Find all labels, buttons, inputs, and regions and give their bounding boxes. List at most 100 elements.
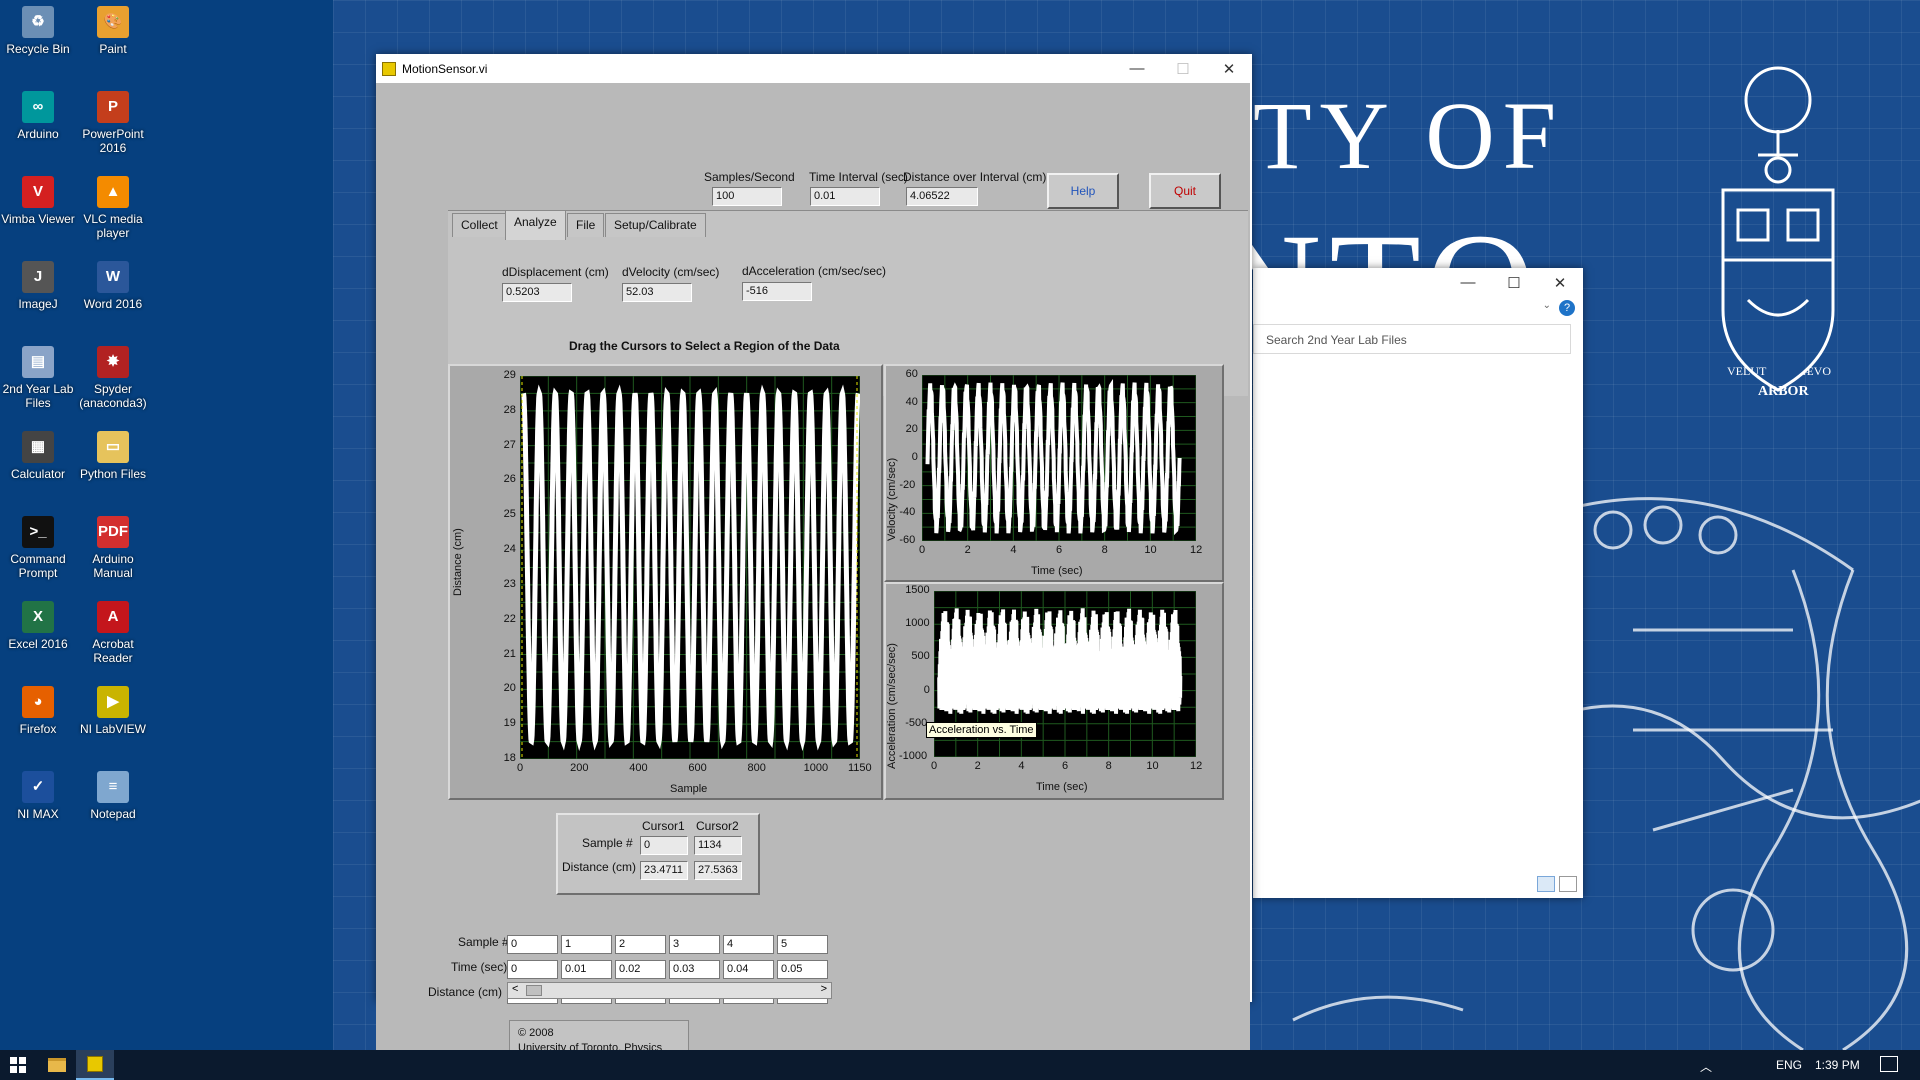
cursor2-distance-field[interactable]: 27.5363 — [694, 861, 742, 880]
cursor1-distance-field[interactable]: 23.4711 — [640, 861, 688, 880]
labview-window[interactable]: MotionSensor.vi — ☐ ✕ Collect Analyze Fi… — [376, 54, 1252, 1055]
file-explorer-window[interactable]: — ☐ ✕ ⌄ ? Search 2nd Year Lab Files — [1253, 268, 1583, 898]
labview-taskbar-icon[interactable] — [76, 1050, 114, 1080]
calculator-icon: ▦ — [22, 431, 54, 463]
table-cell[interactable]: 0 — [507, 935, 558, 954]
desktop-icon[interactable]: 🎨 Paint — [75, 6, 151, 56]
x-tick-label: 8 — [1105, 760, 1112, 772]
dacceleration-label: dAcceleration (cm/sec/sec) — [742, 264, 887, 278]
table-cell[interactable]: 2 — [615, 935, 666, 954]
pdf-icon: PDF — [97, 516, 129, 548]
vlc-icon: ▲ — [97, 176, 129, 208]
desktop-icon[interactable]: ✸ Spyder (anaconda3) — [75, 346, 151, 410]
desktop-icon[interactable]: ▭ Python Files — [75, 431, 151, 481]
desktop-icon[interactable]: >_ Command Prompt — [0, 516, 76, 580]
maximize-icon[interactable]: ☐ — [1160, 54, 1206, 83]
recycle-bin-icon: ♻ — [22, 6, 54, 38]
tab-collect[interactable]: Collect — [452, 213, 507, 237]
copyright-text: © 2008 — [518, 1027, 554, 1039]
desktop-icon[interactable]: ▦ Calculator — [0, 431, 76, 481]
tab-file[interactable]: File — [567, 213, 605, 237]
table-scrollbar[interactable]: < > — [507, 982, 832, 999]
desktop-icon[interactable]: ≡ Notepad — [75, 771, 151, 821]
desktop-icon[interactable]: ✓ NI MAX — [0, 771, 76, 821]
clock[interactable]: 1:39 PM — [1815, 1058, 1860, 1072]
chevron-down-icon[interactable]: ⌄ — [1543, 300, 1551, 311]
distance-plot[interactable] — [519, 375, 861, 760]
cursor1-sample-field[interactable]: 0 — [640, 836, 688, 855]
desktop-icon[interactable]: X Excel 2016 — [0, 601, 76, 651]
windows-start-icon[interactable] — [0, 1050, 36, 1080]
table-cell[interactable]: 1 — [561, 935, 612, 954]
desktop-icon[interactable]: ∞ Arduino — [0, 91, 76, 141]
scroll-left-arrow[interactable]: < — [512, 983, 518, 995]
explorer-titlebar[interactable]: — ☐ ✕ — [1253, 268, 1583, 297]
explorer-search-input[interactable]: Search 2nd Year Lab Files — [1253, 324, 1571, 354]
tray-chevron-icon[interactable]: ︿ — [1700, 1058, 1712, 1075]
notepad-icon: ≡ — [97, 771, 129, 803]
close-icon[interactable]: ✕ — [1537, 268, 1583, 297]
file-explorer-taskbar-icon[interactable] — [38, 1050, 76, 1080]
table-cell[interactable]: 0.03 — [669, 960, 720, 979]
paint-icon: 🎨 — [97, 6, 129, 38]
table-cell[interactable]: 0.02 — [615, 960, 666, 979]
desktop-icon[interactable]: V Vimba Viewer — [0, 176, 76, 226]
distance-over-interval-field[interactable]: 4.06522 — [906, 187, 978, 206]
action-center-icon[interactable] — [1880, 1056, 1898, 1072]
details-view-icon[interactable] — [1537, 876, 1555, 892]
minimize-icon[interactable]: — — [1114, 54, 1160, 83]
table-cell[interactable]: 0.04 — [723, 960, 774, 979]
table-cell[interactable]: 0.01 — [561, 960, 612, 979]
desktop-icon[interactable]: ♻ Recycle Bin — [0, 6, 76, 56]
y-tick-label: 0 — [923, 683, 930, 696]
arduino-icon: ∞ — [22, 91, 54, 123]
cursor2-sample-field[interactable]: 1134 — [694, 836, 742, 855]
desktop-icon-label: Word 2016 — [83, 297, 143, 311]
crest-motto-left: VELUT — [1727, 364, 1767, 378]
desktop-icon[interactable]: ▲ VLC media player — [75, 176, 151, 240]
labview-titlebar[interactable]: MotionSensor.vi — ☐ ✕ — [376, 54, 1252, 83]
tab-analyze[interactable]: Analyze — [505, 210, 566, 240]
quit-button[interactable]: Quit — [1149, 173, 1221, 209]
table-cell[interactable]: 0 — [507, 960, 558, 979]
velocity-graph[interactable]: Velocity (cm/sec) -60 -40 -20 0 20 40 60 0 2 4 6 8 1… — [884, 364, 1224, 582]
y-tick-label: 500 — [911, 650, 930, 663]
help-button[interactable]: Help — [1047, 173, 1119, 209]
table-cell[interactable]: 5 — [777, 935, 828, 954]
language-indicator[interactable]: ENG — [1776, 1058, 1802, 1072]
desktop-icon-label: Vimba Viewer — [1, 212, 75, 226]
x-tick-label: 2 — [964, 544, 971, 556]
table-cell[interactable]: 0.05 — [777, 960, 828, 979]
acceleration-graph[interactable]: Acceleration (cm/sec/sec) -1000 -500 0 500 1… — [884, 582, 1224, 800]
desktop-icon[interactable]: W Word 2016 — [75, 261, 151, 311]
large-icons-view-icon[interactable] — [1559, 876, 1577, 892]
desktop-icon[interactable]: P PowerPoint 2016 — [75, 91, 151, 155]
desktop-icon[interactable]: ▶ NI LabVIEW — [75, 686, 151, 736]
minimize-icon[interactable]: — — [1445, 268, 1491, 297]
help-icon[interactable]: ? — [1559, 300, 1575, 316]
close-icon[interactable]: ✕ — [1206, 54, 1252, 83]
table-cell[interactable]: 3 — [669, 935, 720, 954]
samples-per-second-field[interactable]: 100 — [712, 187, 782, 206]
acceleration-tooltip: Acceleration vs. Time — [926, 722, 1037, 738]
desktop-icon[interactable]: PDF Arduino Manual — [75, 516, 151, 580]
desktop-icon[interactable]: ▤ 2nd Year Lab Files — [0, 346, 76, 410]
distance-graph[interactable]: Distance (cm) 18 19 20 21 22 23 24 25 26 27 28 29 0 2… — [448, 364, 883, 800]
scroll-thumb[interactable] — [526, 985, 542, 996]
scroll-right-arrow[interactable]: > — [821, 983, 827, 995]
tab-setup-calibrate[interactable]: Setup/Calibrate — [605, 213, 706, 237]
y-tick-label: -20 — [899, 478, 916, 491]
desktop-icon-label: Calculator — [10, 467, 66, 481]
desktop-icon-label: 2nd Year Lab Files — [2, 382, 74, 410]
time-interval-field[interactable]: 0.01 — [810, 187, 880, 206]
desktop-icon[interactable]: ◕ Firefox — [0, 686, 76, 736]
desktop-icon-label: Spyder (anaconda3) — [79, 382, 147, 410]
y-tick-label: -40 — [899, 506, 916, 519]
desktop-icon[interactable]: A Acrobat Reader — [75, 601, 151, 665]
desktop-icon-label: Command Prompt — [10, 552, 66, 580]
maximize-icon[interactable]: ☐ — [1491, 268, 1537, 297]
cursor1-header: Cursor1 — [642, 819, 685, 833]
table-cell[interactable]: 4 — [723, 935, 774, 954]
desktop-icon[interactable]: J ImageJ — [0, 261, 76, 311]
x-tick-label: 400 — [629, 762, 648, 774]
